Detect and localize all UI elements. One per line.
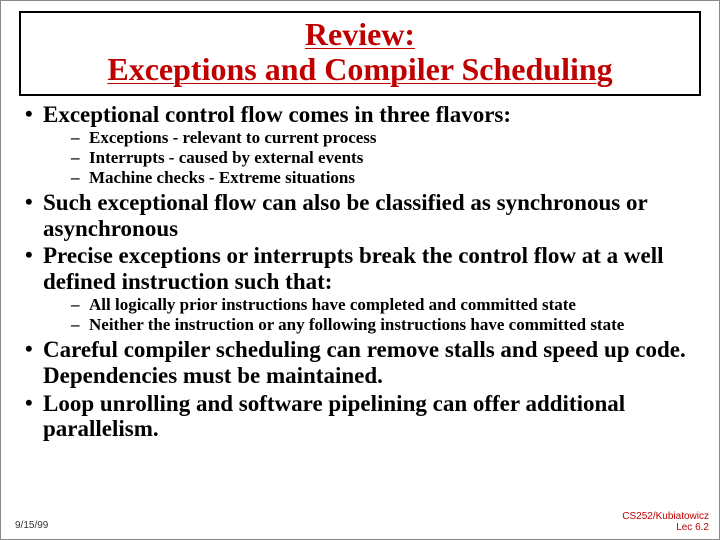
footer-lecture: Lec 6.2	[676, 522, 709, 533]
title-line-2: Exceptions and Compiler Scheduling	[107, 51, 612, 87]
footer-right: CS252/Kubiatowicz Lec 6.2	[622, 511, 709, 533]
bullet-list: Exceptional control flow comes in three …	[19, 102, 705, 442]
bullet-item: Loop unrolling and software pipelining c…	[19, 391, 705, 443]
bullet-text: Exceptional control flow comes in three …	[43, 102, 511, 127]
bullet-text: Such exceptional flow can also be classi…	[43, 190, 647, 241]
bullet-item: Precise exceptions or interrupts break t…	[19, 243, 705, 335]
slide-title: Review: Exceptions and Compiler Scheduli…	[27, 17, 693, 86]
bullet-item: Exceptional control flow comes in three …	[19, 102, 705, 188]
bullet-text: Careful compiler scheduling can remove s…	[43, 337, 686, 388]
sub-list: All logically prior instructions have co…	[71, 295, 705, 335]
sub-item: Interrupts - caused by external events	[71, 148, 705, 168]
title-box: Review: Exceptions and Compiler Scheduli…	[19, 11, 701, 96]
sub-item: Neither the instruction or any following…	[71, 315, 705, 335]
slide: Review: Exceptions and Compiler Scheduli…	[0, 0, 720, 540]
sub-list: Exceptions - relevant to current process…	[71, 128, 705, 188]
title-line-1: Review:	[305, 16, 415, 52]
footer-date: 9/15/99	[15, 520, 48, 531]
bullet-text: Precise exceptions or interrupts break t…	[43, 243, 663, 294]
bullet-item: Careful compiler scheduling can remove s…	[19, 337, 705, 389]
bullet-item: Such exceptional flow can also be classi…	[19, 190, 705, 242]
bullet-text: Loop unrolling and software pipelining c…	[43, 391, 625, 442]
footer-course: CS252/Kubiatowicz	[622, 511, 709, 522]
sub-item: All logically prior instructions have co…	[71, 295, 705, 315]
sub-item: Machine checks - Extreme situations	[71, 168, 705, 188]
sub-item: Exceptions - relevant to current process	[71, 128, 705, 148]
